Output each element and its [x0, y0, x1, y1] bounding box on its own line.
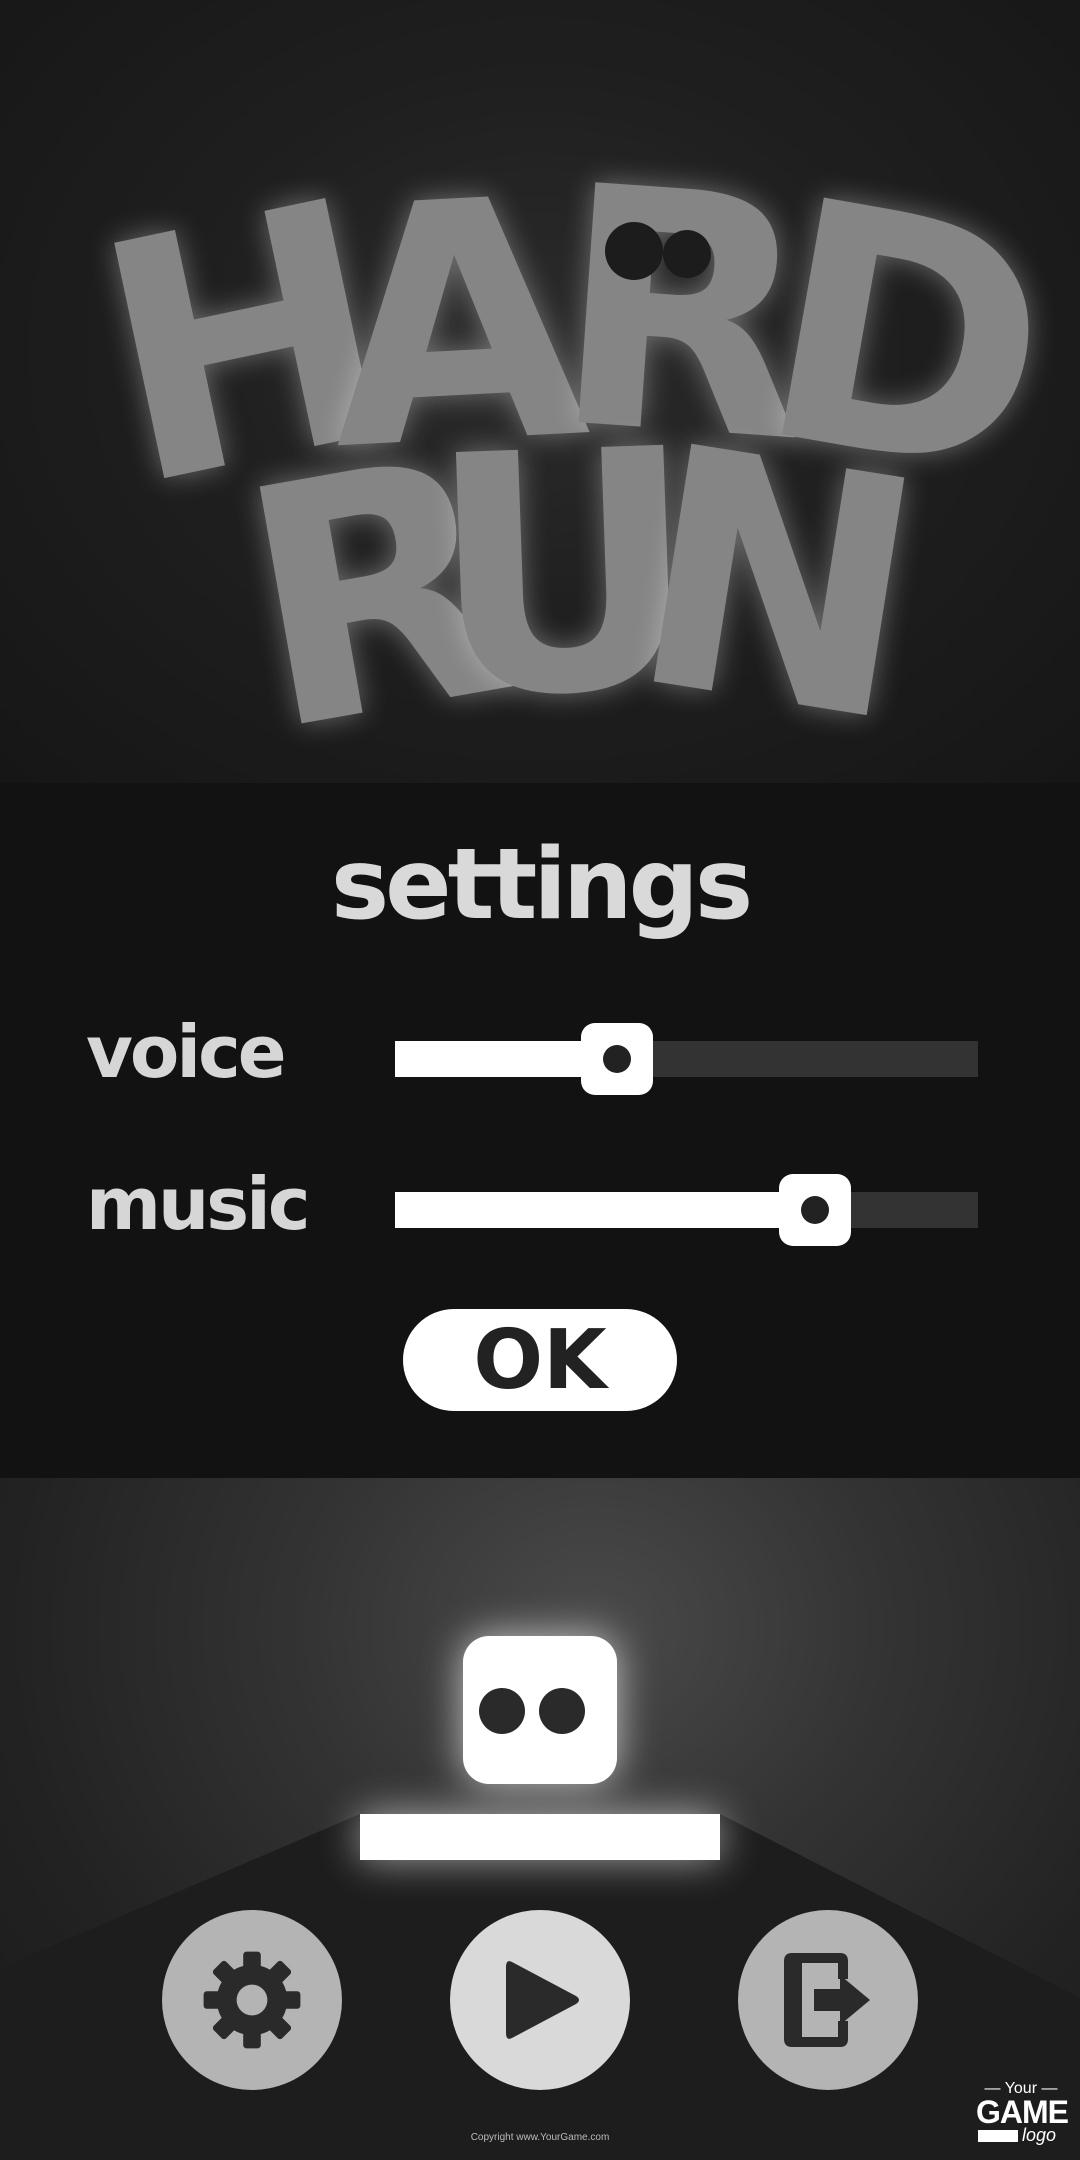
settings-button[interactable]: [162, 1910, 342, 2090]
music-slider-knob[interactable]: [778, 1174, 851, 1246]
logo-game-text: GAME: [976, 2094, 1069, 2130]
title-logo: H A R D R U N: [0, 0, 1080, 783]
player-eye-right: [539, 1688, 585, 1734]
platform: [360, 1814, 720, 1860]
music-label: music: [86, 1162, 310, 1246]
player-eye-left: [479, 1688, 525, 1734]
copyright-text: Copyright www.YourGame.com: [470, 2132, 610, 2143]
player-character: [463, 1636, 617, 1784]
ok-button[interactable]: OK: [403, 1309, 677, 1411]
voice-label: voice: [86, 1010, 287, 1094]
music-slider-fill: [395, 1192, 815, 1228]
music-slider[interactable]: [395, 1174, 978, 1246]
logo-eyes-icon: [605, 222, 725, 292]
play-icon: [506, 1961, 579, 2039]
exit-icon: [784, 1953, 870, 2047]
game-logo: — Your — GAME logo: [976, 2080, 1069, 2146]
gear-icon: [203, 1951, 301, 2049]
voice-slider-knob[interactable]: [580, 1023, 653, 1095]
logo-word-text: logo: [1022, 2125, 1057, 2145]
settings-title: settings: [330, 828, 753, 942]
exit-button[interactable]: [738, 1910, 918, 2090]
logo-bar: [978, 2130, 1018, 2142]
logo-letter-n: N: [611, 374, 937, 783]
play-button[interactable]: [450, 1910, 630, 2090]
voice-slider[interactable]: [395, 1023, 978, 1095]
